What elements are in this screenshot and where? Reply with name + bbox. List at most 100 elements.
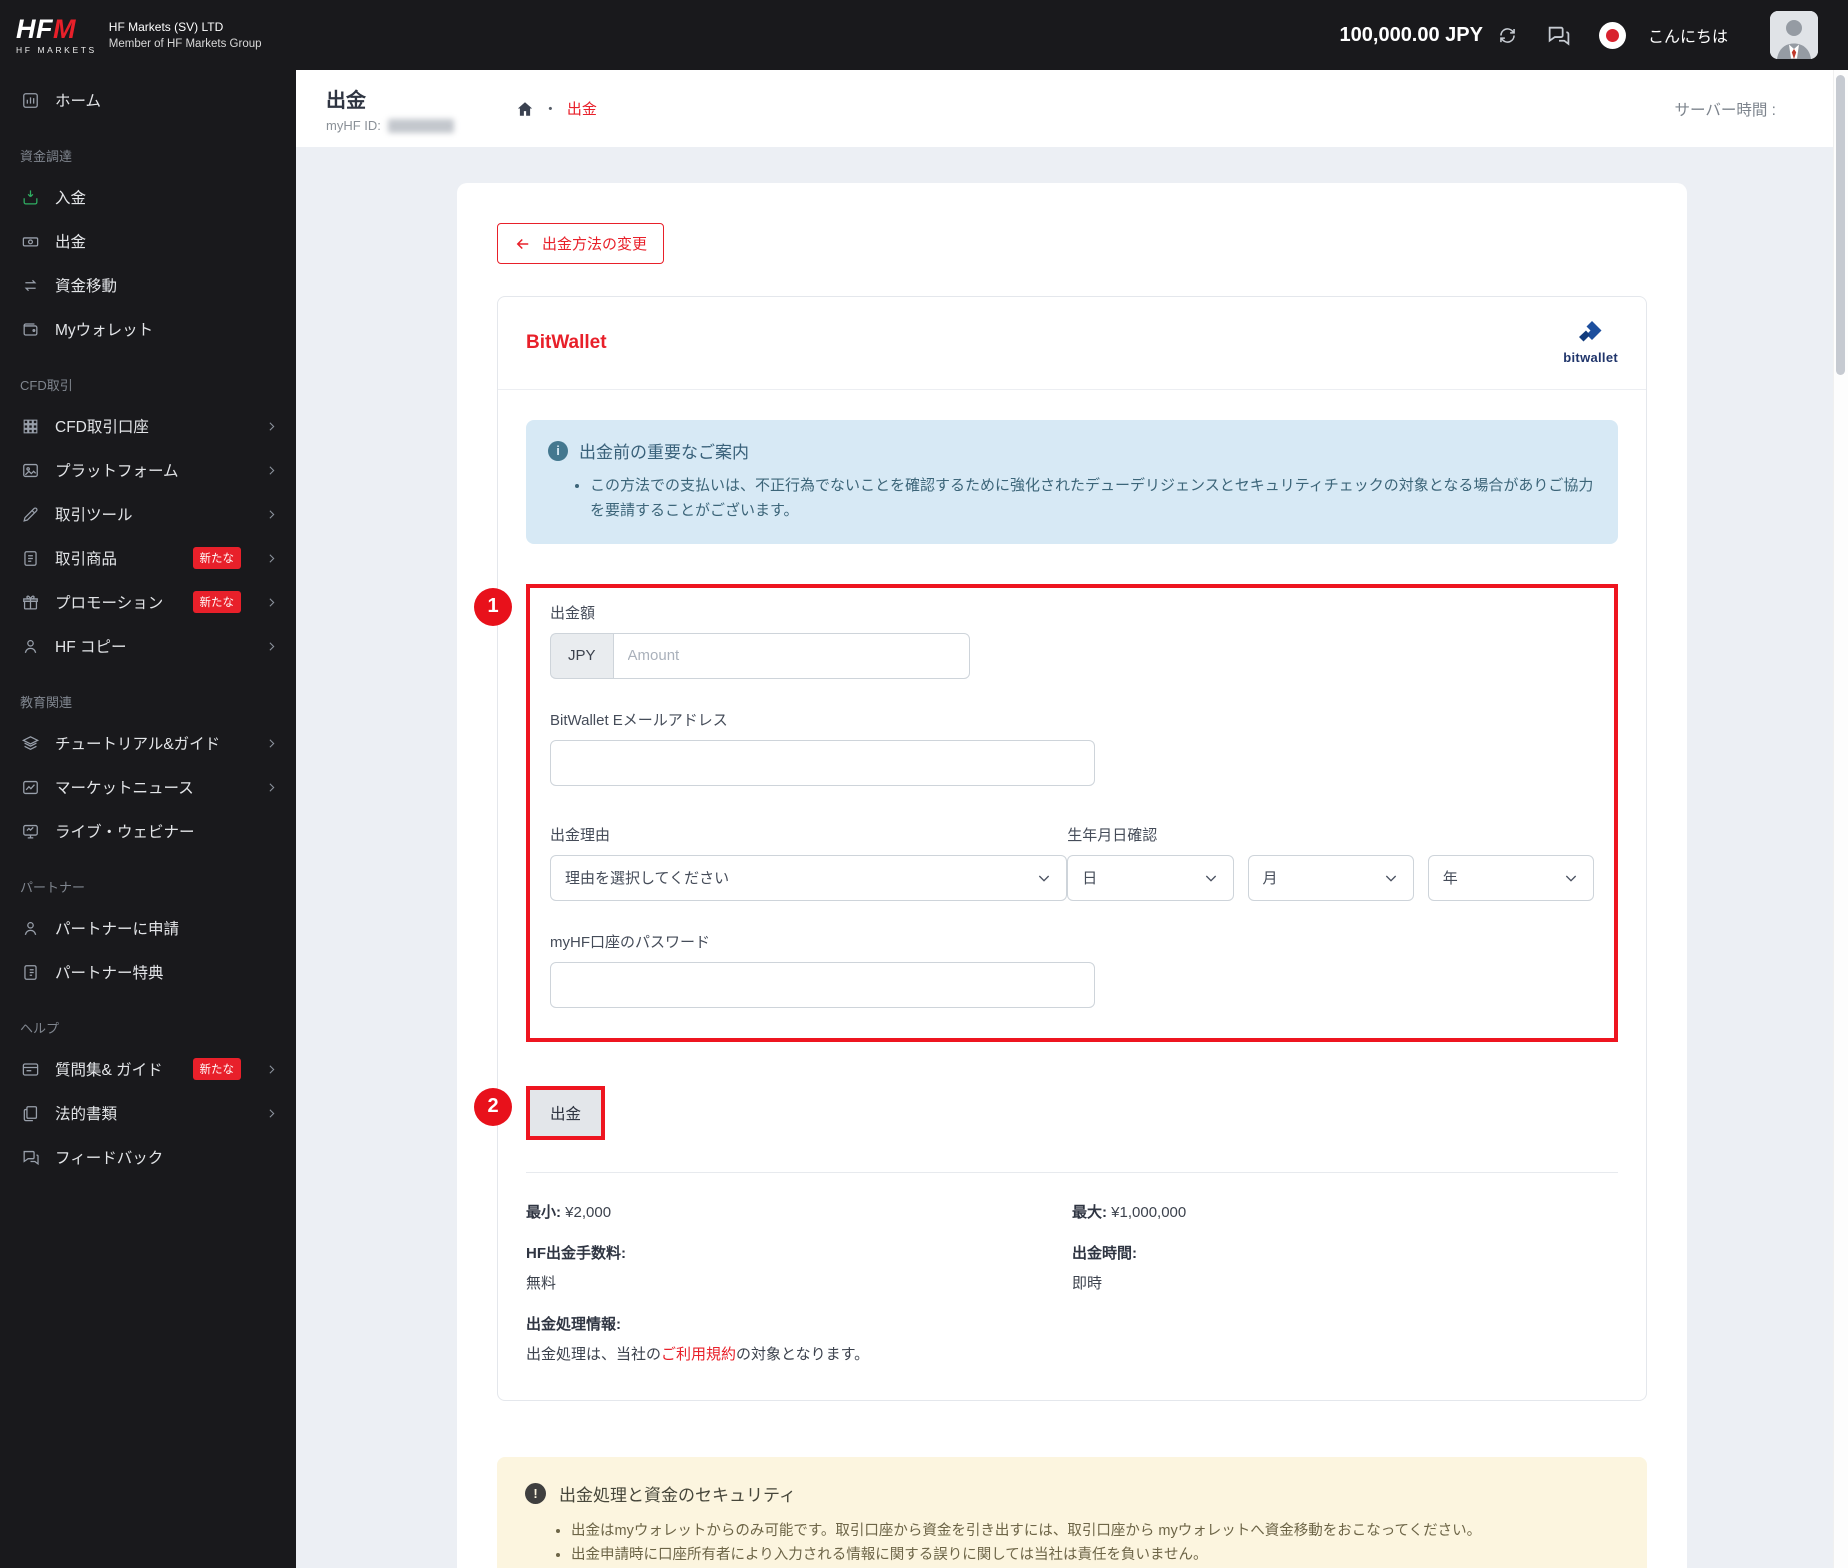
grid-icon	[20, 416, 41, 437]
sidebar-item-cfd-accounts[interactable]: CFD取引口座	[0, 404, 296, 448]
account-balance: 100,000.00 JPY	[1339, 23, 1483, 46]
dob-confirm-label: 生年月日確認	[1067, 826, 1158, 844]
withdrawal-reason-select[interactable]: 理由を選択してください	[550, 854, 1068, 901]
japan-flag-dot	[1605, 28, 1619, 42]
sidebar-item-transfer[interactable]: 資金移動	[0, 263, 296, 307]
sidebar-item-label: CFD取引口座	[55, 419, 149, 436]
dob-year-select[interactable]: 年	[1427, 854, 1594, 901]
terms-link[interactable]: ご利用規約	[661, 1346, 736, 1363]
warning-title: 出金処理と資金のセキュリティ	[559, 1485, 796, 1505]
sidebar-item-tutorials[interactable]: チュートリアル&ガイド	[0, 721, 296, 765]
layers-icon	[20, 733, 41, 754]
sidebar-item-hf-copy[interactable]: HF コピー	[0, 624, 296, 668]
sidebar-item-live-webinars[interactable]: ライブ・ウェビナー	[0, 809, 296, 853]
bitwallet-method-card: BitWallet bitwallet i 出金前の重要なご案内 • この方法で…	[474, 296, 1647, 1401]
sidebar-item-mywallet[interactable]: Myウォレット	[0, 307, 296, 351]
dob-block: 生年月日確認 日 月 年	[1067, 824, 1594, 901]
chevron-right-icon	[265, 420, 278, 433]
breadcrumb-home-icon[interactable]	[516, 100, 534, 118]
language-flag-japan[interactable]	[1598, 21, 1626, 49]
sidebar-item-label: パートナー特典	[55, 965, 164, 982]
chart-icon	[20, 777, 41, 798]
feedback-chat-icon	[20, 1147, 41, 1168]
sidebar-item-label: プラットフォーム	[55, 463, 179, 480]
method-card-header: BitWallet bitwallet	[498, 297, 1646, 390]
dob-day-select[interactable]: 日	[1067, 854, 1234, 901]
sidebar-item-label: 入金	[55, 190, 87, 207]
info-icon: i	[548, 440, 568, 461]
sidebar-item-partner-apply[interactable]: パートナーに申請	[0, 906, 296, 950]
dob-month-select[interactable]: 月	[1247, 854, 1414, 901]
chat-icon[interactable]	[1546, 23, 1571, 48]
sidebar-item-deposit[interactable]: 入金	[0, 175, 296, 219]
chevron-right-icon	[265, 737, 278, 750]
transfer-icon	[20, 275, 41, 296]
back-button-label: 出金方法の変更	[542, 236, 648, 253]
bitwallet-email-input[interactable]	[550, 739, 1095, 786]
chevron-right-icon	[265, 464, 278, 477]
scrollbar-thumb[interactable]	[1836, 75, 1845, 375]
breadcrumb-current[interactable]: 出金	[567, 98, 597, 119]
amount-label: 出金額	[550, 604, 596, 622]
processing-prefix: 出金処理は、当社の	[526, 1345, 662, 1363]
sidebar-item-trading-tools[interactable]: 取引ツール	[0, 492, 296, 536]
amount-input[interactable]	[612, 632, 970, 679]
chevron-down-icon	[1039, 875, 1050, 882]
sidebar-item-label: 出金	[55, 234, 87, 251]
sidebar-item-market-news[interactable]: マーケットニュース	[0, 765, 296, 809]
warning-icon: !	[525, 1482, 546, 1504]
new-badge: 新たな	[192, 1058, 241, 1080]
time-label: 出金時間:	[1072, 1244, 1137, 1262]
tools-icon	[20, 504, 41, 525]
sidebar-item-partner-benefits[interactable]: パートナー特典	[0, 950, 296, 994]
myhf-id: myHF ID:	[326, 118, 454, 133]
sidebar: HFM HF MARKETS HF Markets (SV) LTD Membe…	[0, 0, 296, 1568]
back-arrow-icon	[516, 238, 529, 249]
notice-bullet: この方法での支払いは、不正行為でないことを確認するために強化されたデューデリジェ…	[590, 474, 1596, 524]
notice-title: 出金前の重要なご案内	[579, 443, 749, 462]
withdrawal-reason-label: 出金理由	[550, 826, 611, 844]
amount-input-group: JPY	[550, 632, 970, 679]
warning-bullet: 出金申請時に口座所有者により入力される情報に関する誤りに関しては当社は責任を負い…	[571, 1543, 1619, 1568]
company-name: HF Markets (SV) LTD Member of HF Markets…	[109, 20, 262, 50]
sidebar-item-feedback[interactable]: フィードバック	[0, 1135, 296, 1179]
sidebar-item-home[interactable]: ホーム	[0, 78, 296, 122]
reason-block: 出金理由 理由を選択してください	[550, 824, 1068, 901]
sidebar-item-trading-products[interactable]: 取引商品 新たな	[0, 536, 296, 580]
min-limit: 最小: ¥2,000	[526, 1201, 1072, 1222]
processing-label: 出金処理情報:	[526, 1315, 621, 1333]
method-title: BitWallet	[526, 332, 607, 353]
notice-list: この方法での支払いは、不正行為でないことを確認するために強化されたデューデリジェ…	[590, 474, 1596, 524]
warning-header: ! 出金処理と資金のセキュリティ	[525, 1481, 1619, 1506]
sidebar-item-faq[interactable]: 質問集& ガイド 新たな	[0, 1047, 296, 1091]
dob-selects-row: 日 月 年	[1067, 854, 1594, 901]
sidebar-item-label: 法的書類	[55, 1106, 118, 1123]
user-avatar[interactable]	[1770, 11, 1818, 59]
sidebar-item-promotions[interactable]: プロモーション 新たな	[0, 580, 296, 624]
home-dashboard-icon	[20, 90, 41, 111]
refresh-icon[interactable]	[1497, 25, 1518, 46]
change-withdrawal-method-button[interactable]: 出金方法の変更	[497, 223, 665, 264]
sidebar-item-legal-docs[interactable]: 法的書類	[0, 1091, 296, 1135]
document-icon	[20, 548, 41, 569]
processing-sentence: 出金処理は、当社のご利用規約の対象となります。	[526, 1343, 1618, 1364]
withdrawal-form: 出金額 JPY BitWallet Eメールアドレス	[526, 583, 1618, 1042]
withdraw-submit-button[interactable]: 出金	[530, 1089, 602, 1136]
logo-m: M	[53, 13, 76, 44]
sidebar-item-withdraw[interactable]: 出金	[0, 219, 296, 263]
sidebar-item-platforms[interactable]: プラットフォーム	[0, 448, 296, 492]
annotation-step-2: 2	[474, 1087, 512, 1126]
year-selected-value: 年	[1442, 870, 1458, 887]
brand-logo[interactable]: HFM HF MARKETS HF Markets (SV) LTD Membe…	[0, 0, 296, 70]
chevron-right-icon	[265, 596, 278, 609]
sidebar-item-label: プロモーション	[55, 595, 164, 612]
myhf-id-label: myHF ID:	[326, 118, 381, 133]
max-label: 最大:	[1072, 1203, 1107, 1221]
myhf-password-input[interactable]	[550, 961, 1095, 1008]
chevron-right-icon	[265, 508, 278, 521]
hfm-logo-text: HFM	[16, 13, 97, 44]
email-field-block: BitWallet Eメールアドレス	[550, 709, 1594, 786]
time-value: 即時	[1072, 1274, 1103, 1292]
company-line1: HF Markets (SV) LTD	[108, 20, 224, 34]
warning-bullet: 出金はmyウォレットからのみ可能です。取引口座から資金を引き出すには、取引口座か…	[571, 1519, 1619, 1544]
